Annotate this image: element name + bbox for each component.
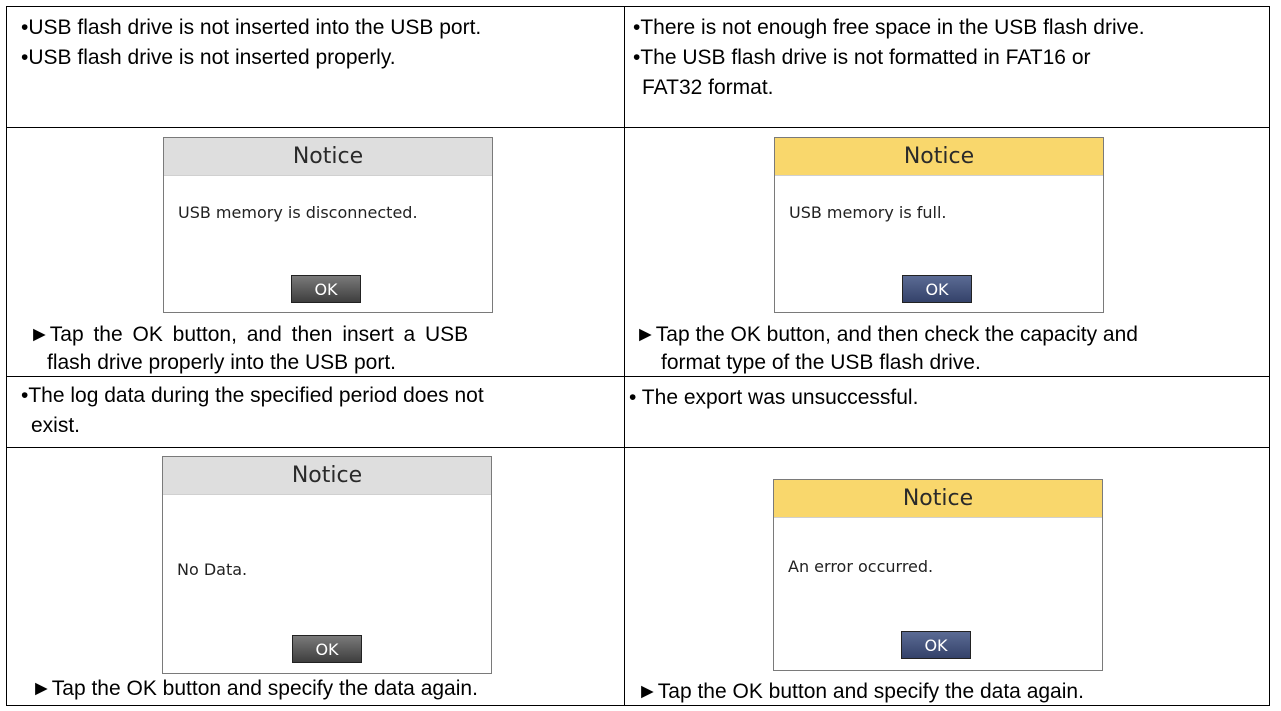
condition-text: •The USB flash drive is not formatted in… — [633, 46, 1091, 69]
dialog-title: Notice — [163, 457, 491, 495]
dialog-message: USB memory is disconnected. — [178, 203, 418, 222]
notice-dialog: Notice USB memory is disconnected. OK — [163, 137, 493, 313]
error-table: •USB flash drive is not inserted into th… — [6, 6, 1270, 706]
condition-text: • The export was unsuccessful. — [629, 386, 919, 409]
condition-text: FAT32 format. — [642, 76, 774, 99]
row-divider — [7, 376, 1269, 377]
dialog-message: USB memory is full. — [789, 203, 947, 222]
action-text: format type of the USB flash drive. — [661, 351, 981, 374]
condition-text: •The log data during the specified perio… — [21, 384, 484, 407]
dialog-message: No Data. — [177, 560, 248, 579]
dialog-title: Notice — [164, 138, 492, 176]
action-text: flash drive properly into the USB port. — [47, 351, 397, 374]
action-text: ►Tap the OK button and specify the data … — [31, 677, 478, 700]
ok-button[interactable]: OK — [902, 275, 972, 303]
row-divider — [7, 127, 1269, 128]
notice-dialog: Notice USB memory is full. OK — [774, 137, 1104, 313]
row-divider — [7, 447, 1269, 448]
condition-text: exist. — [31, 414, 81, 437]
action-text: ►Tap the OK button and specify the data … — [637, 680, 1084, 703]
ok-button[interactable]: OK — [292, 635, 362, 663]
condition-text: •There is not enough free space in the U… — [633, 16, 1145, 39]
action-text: ►Tap the OK button, and then insert a US… — [29, 323, 469, 346]
dialog-title: Notice — [774, 480, 1102, 518]
notice-dialog: Notice No Data. OK — [162, 456, 492, 674]
ok-button[interactable]: OK — [291, 275, 361, 303]
column-divider — [624, 7, 625, 705]
notice-dialog: Notice An error occurred. OK — [773, 479, 1103, 671]
condition-text: •USB flash drive is not inserted properl… — [21, 46, 396, 69]
condition-text: •USB flash drive is not inserted into th… — [21, 16, 482, 39]
action-text: ►Tap the OK button, and then check the c… — [635, 323, 1138, 346]
ok-button[interactable]: OK — [901, 631, 971, 659]
dialog-title: Notice — [775, 138, 1103, 176]
dialog-message: An error occurred. — [788, 557, 934, 576]
